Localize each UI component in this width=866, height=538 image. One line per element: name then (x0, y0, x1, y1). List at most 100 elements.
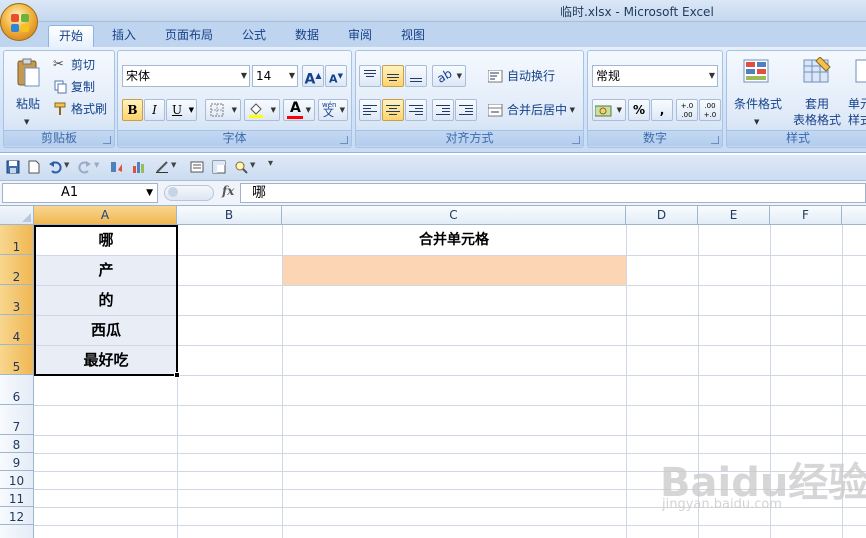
tab-insert[interactable]: 插入 (103, 25, 145, 47)
format-as-table-button[interactable]: 套用 表格格式 (787, 53, 845, 127)
align-middle-button[interactable] (382, 65, 404, 87)
row-header-10[interactable]: 10 (0, 471, 34, 489)
insert-function-icon[interactable]: fx (222, 184, 234, 198)
row-header-5[interactable]: 5 (0, 345, 34, 375)
italic-button[interactable]: I (144, 99, 165, 121)
percent-button[interactable]: % (628, 99, 650, 121)
name-box[interactable]: A1 ▼ (2, 183, 158, 203)
font-color-button[interactable]: A ▼ (283, 99, 315, 121)
row-header-7[interactable]: 7 (0, 405, 34, 435)
font-size-combo[interactable]: 14 ▼ (252, 65, 298, 87)
undo-icon[interactable] (48, 160, 62, 174)
row-header-2[interactable]: 2 (0, 255, 34, 285)
find-dropdown-icon[interactable]: ▼ (250, 161, 255, 169)
draw-dropdown-icon[interactable]: ▼ (171, 161, 176, 169)
merge-center-button[interactable]: 合并后居中 ▼ (484, 99, 580, 121)
cell-styles-button[interactable]: 单元 样式 (847, 53, 866, 127)
circle-icon (168, 187, 178, 197)
find-icon[interactable] (234, 160, 248, 174)
row-header-6[interactable]: 6 (0, 375, 34, 405)
row-header-12[interactable]: 12 (0, 507, 34, 525)
tab-home[interactable]: 开始 (48, 25, 94, 47)
format-painter-button[interactable]: 格式刷 (50, 98, 112, 120)
align-left-button[interactable] (359, 99, 381, 121)
shrink-font-button[interactable]: A▼ (325, 65, 347, 87)
row-header-4[interactable]: 4 (0, 315, 34, 345)
row-header-11[interactable]: 11 (0, 489, 34, 507)
paste-button[interactable]: 粘贴 ▼ (8, 53, 46, 127)
borders-button[interactable]: ▼ (205, 99, 241, 121)
number-format-combo[interactable]: 常规 ▼ (592, 65, 718, 87)
tab-review[interactable]: 审阅 (338, 25, 382, 47)
comma-button[interactable]: , (651, 99, 673, 121)
align-right-icon (409, 103, 423, 117)
cut-button[interactable]: ✂ 剪切 (50, 54, 112, 76)
tab-view[interactable]: 视图 (391, 25, 435, 47)
column-header-d[interactable]: D (626, 206, 698, 225)
chevron-down-icon: ▼ (231, 106, 237, 114)
sort-icon[interactable] (110, 160, 124, 174)
font-name-combo[interactable]: 宋体 ▼ (122, 65, 250, 87)
tab-formulas[interactable]: 公式 (232, 25, 276, 47)
decrease-indent-button[interactable] (432, 99, 454, 121)
cell-c2-fill[interactable] (282, 255, 626, 285)
column-header-c[interactable]: C (282, 206, 626, 225)
redo-icon[interactable] (78, 160, 92, 174)
select-all-button[interactable] (0, 206, 34, 225)
decrease-decimal-button[interactable]: .00 +.0 (699, 99, 721, 121)
orientation-button[interactable]: ab ▼ (432, 65, 466, 87)
wrap-text-button[interactable]: 自动换行 (484, 65, 574, 87)
save-icon[interactable] (6, 160, 20, 174)
row-header-1[interactable]: 1 (0, 225, 34, 255)
column-header-e[interactable]: E (698, 206, 770, 225)
grow-font-icon: A (304, 71, 316, 88)
tab-page-layout[interactable]: 页面布局 (158, 25, 220, 47)
align-top-button[interactable] (359, 65, 381, 87)
bold-button[interactable]: B (122, 99, 143, 121)
column-header-g[interactable] (842, 206, 866, 225)
alignment-launcher-icon[interactable] (572, 136, 580, 144)
conditional-formatting-label: 条件格式 (733, 97, 782, 111)
customize-qat-icon[interactable]: ▾ (268, 158, 273, 169)
new-document-icon[interactable] (27, 160, 41, 174)
fill-color-button[interactable]: ▼ (244, 99, 280, 121)
chart-icon[interactable] (132, 160, 146, 174)
underline-button[interactable]: U ▼ (166, 99, 197, 121)
grow-font-button[interactable]: A▲ (302, 65, 324, 88)
clipboard-group-label: 剪贴板 (4, 130, 114, 146)
column-header-f[interactable]: F (770, 206, 842, 225)
row-header-9[interactable]: 9 (0, 453, 34, 471)
number-launcher-icon[interactable] (711, 136, 719, 144)
column-header-a[interactable]: A (34, 206, 177, 225)
redo-dropdown-icon[interactable]: ▼ (94, 161, 99, 169)
chevron-down-icon[interactable]: ▼ (146, 184, 153, 202)
increase-indent-button[interactable] (455, 99, 477, 121)
fill-handle[interactable] (174, 372, 180, 378)
align-right-button[interactable] (405, 99, 427, 121)
clipboard-launcher-icon[interactable] (103, 136, 111, 144)
row-header-8[interactable]: 8 (0, 435, 34, 453)
column-header-b[interactable]: B (177, 206, 282, 225)
tab-data[interactable]: 数据 (285, 25, 329, 47)
form-icon[interactable] (190, 160, 204, 174)
undo-dropdown-icon[interactable]: ▼ (64, 161, 69, 169)
increase-decimal-button[interactable]: +.0 .00 (676, 99, 698, 121)
draw-icon[interactable] (155, 160, 169, 174)
row-header-3[interactable]: 3 (0, 285, 34, 315)
conditional-formatting-button[interactable]: 条件格式 ▼ (729, 53, 785, 126)
formula-input[interactable]: 哪 (240, 183, 866, 203)
chevron-down-icon: ▼ (188, 106, 194, 114)
accounting-format-button[interactable]: ▼ (592, 99, 626, 121)
pivot-icon[interactable] (212, 160, 226, 174)
currency-icon (595, 105, 612, 117)
copy-button[interactable]: 复制 (50, 76, 112, 98)
baidu-watermark-url: jingyan.baidu.com (662, 497, 782, 512)
office-button[interactable] (0, 3, 38, 41)
font-launcher-icon[interactable] (340, 136, 348, 144)
align-center-button[interactable] (382, 99, 404, 121)
cell-c1[interactable]: 合并单元格 (282, 229, 626, 249)
phonetic-button[interactable]: wén 文 ▼ (318, 99, 348, 121)
scissors-icon: ✂ (53, 57, 64, 72)
row-header-13[interactable] (0, 525, 34, 538)
align-bottom-button[interactable] (405, 65, 427, 87)
